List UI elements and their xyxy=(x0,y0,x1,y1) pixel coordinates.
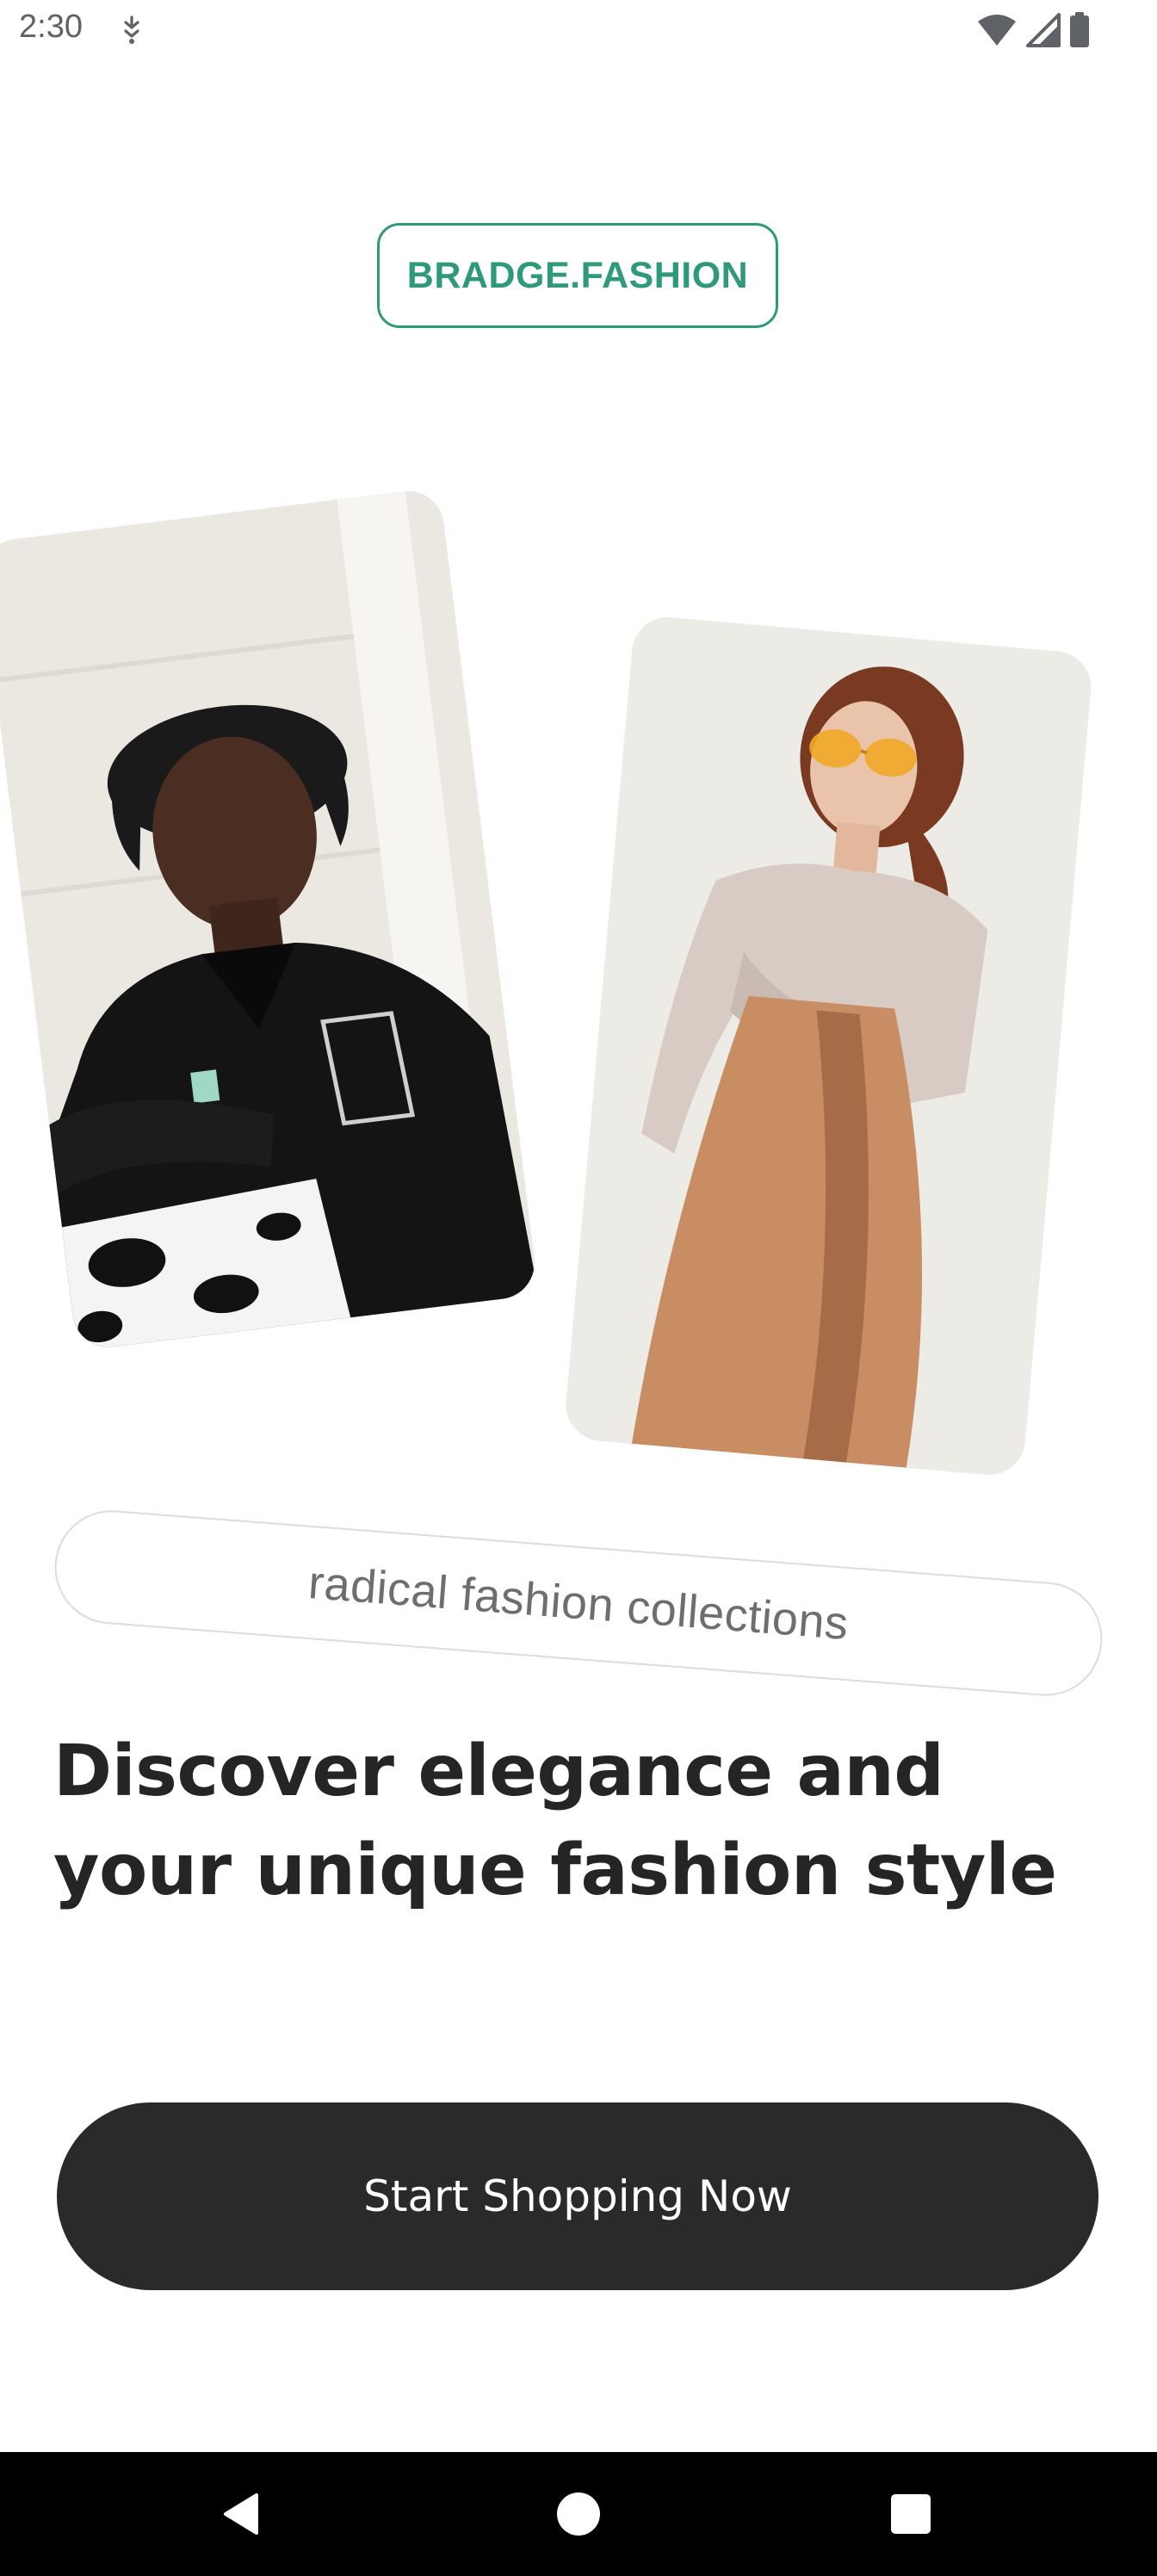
back-button[interactable] xyxy=(181,2452,305,2576)
wifi-icon xyxy=(976,13,1018,51)
status-icons xyxy=(976,12,1090,52)
status-time: 2:30 xyxy=(19,9,83,45)
female-model-photo xyxy=(563,614,1094,1478)
male-model-illustration xyxy=(0,486,539,1352)
tagline-text: radical fashion collections xyxy=(306,1556,851,1650)
recents-icon xyxy=(891,2494,931,2534)
male-model-photo xyxy=(0,486,539,1352)
brand-badge: BRADGE.FASHION xyxy=(377,223,778,328)
notification-icon xyxy=(119,15,145,45)
signal-icon xyxy=(1026,13,1061,51)
back-icon xyxy=(224,2493,258,2535)
battery-icon xyxy=(1069,12,1090,52)
tagline-pill: radical fashion collections xyxy=(50,1506,1107,1700)
start-shopping-button[interactable]: Start Shopping Now xyxy=(57,2102,1098,2290)
brand-name: BRADGE.FASHION xyxy=(406,254,749,296)
female-model-illustration xyxy=(563,614,1094,1478)
recents-button[interactable] xyxy=(849,2452,973,2576)
home-icon xyxy=(557,2492,600,2536)
system-navigation-bar xyxy=(0,2452,1157,2576)
headline: Discover elegance and your unique fashio… xyxy=(53,1731,1057,1911)
status-bar: 2:30 xyxy=(0,0,1157,65)
home-button[interactable] xyxy=(517,2452,640,2576)
